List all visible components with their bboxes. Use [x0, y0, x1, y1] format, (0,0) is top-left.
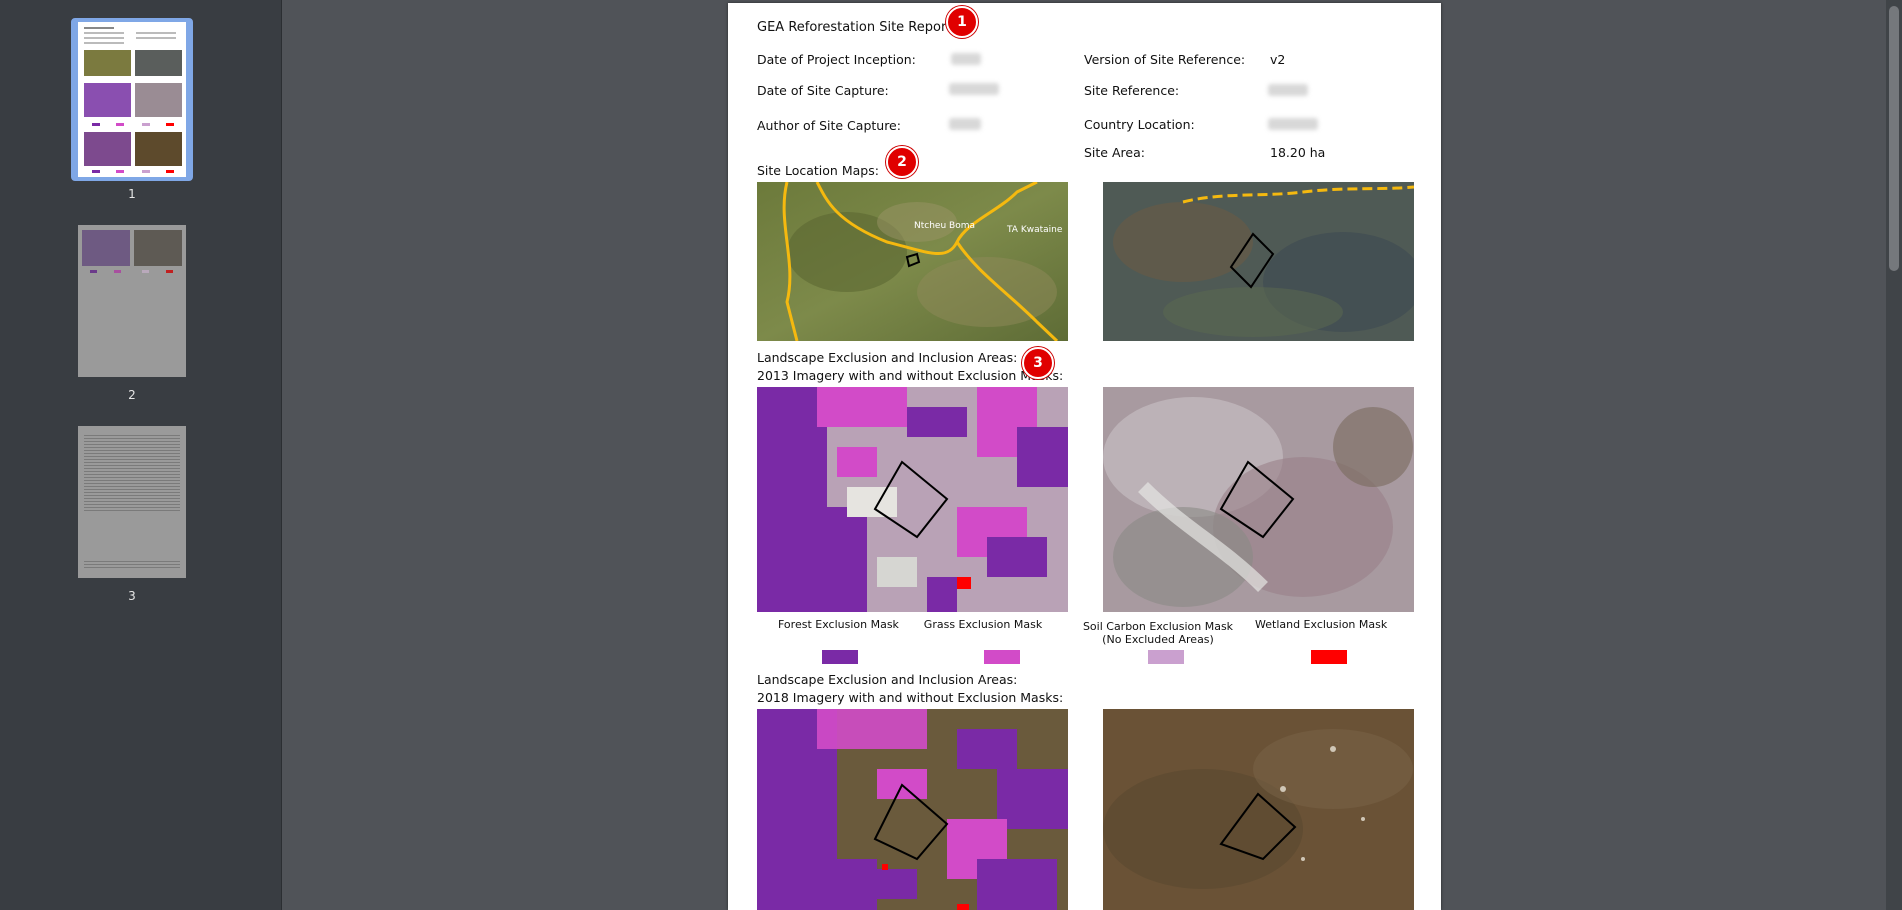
- field-label-capture-date: Date of Site Capture:: [757, 83, 889, 98]
- legend-swatch-soil-carbon: [1148, 650, 1184, 664]
- section-2013-subheading: 2013 Imagery with and without Exclusion …: [757, 368, 1064, 383]
- section-2018-subheading: 2018 Imagery with and without Exclusion …: [757, 690, 1064, 705]
- redacted-value: [949, 83, 999, 95]
- field-label-inception: Date of Project Inception:: [757, 52, 916, 67]
- legend-label-soil-carbon-note: (No Excluded Areas): [1102, 633, 1214, 646]
- page-number-2: 2: [128, 388, 136, 402]
- location-heading: Site Location Maps:: [757, 163, 879, 178]
- field-label-author: Author of Site Capture:: [757, 118, 901, 133]
- imagery-2018-without-mask: [1103, 709, 1414, 910]
- page-number-1: 1: [128, 187, 136, 201]
- document-page: GEA Reforestation Site Report 1 Date of …: [728, 3, 1441, 910]
- marker-badge-1: 1: [946, 6, 978, 38]
- marker-badge-3: 3: [1022, 347, 1054, 379]
- legend-label-forest: Forest Exclusion Mask: [778, 618, 899, 631]
- legend-swatch-forest: [822, 650, 858, 664]
- legend-swatch-grass: [984, 650, 1020, 664]
- scrollbar-thumb[interactable]: [1889, 6, 1899, 271]
- page-thumbnail-1[interactable]: [78, 22, 186, 177]
- thumbnail-sidebar: 1 2 3: [0, 0, 282, 910]
- redacted-value: [1268, 84, 1308, 96]
- field-label-site-area: Site Area:: [1084, 145, 1145, 160]
- imagery-2013-without-mask: [1103, 387, 1414, 612]
- page-thumbnail-2[interactable]: [78, 225, 186, 377]
- section-2013-heading: Landscape Exclusion and Inclusion Areas:: [757, 350, 1018, 365]
- vertical-scrollbar[interactable]: [1886, 0, 1902, 910]
- report-title: GEA Reforestation Site Report: [757, 20, 952, 35]
- redacted-value: [1268, 118, 1318, 130]
- redacted-value: [951, 53, 981, 65]
- field-label-version: Version of Site Reference:: [1084, 52, 1246, 67]
- site-location-map: Ntcheu Boma TA Kwataine: [757, 182, 1068, 341]
- field-label-site-reference: Site Reference:: [1084, 83, 1180, 98]
- site-satellite-map: [1103, 182, 1414, 341]
- imagery-2013-with-mask: [757, 387, 1068, 612]
- imagery-2018-with-mask: [757, 709, 1068, 910]
- legend-label-wetland: Wetland Exclusion Mask: [1255, 618, 1388, 631]
- map-label-ntcheu-boma: Ntcheu Boma: [914, 221, 975, 231]
- field-label-country: Country Location:: [1084, 117, 1195, 132]
- legend-swatch-wetland: [1311, 650, 1347, 664]
- section-2018-heading: Landscape Exclusion and Inclusion Areas:: [757, 672, 1018, 687]
- map-label-ta-kwataine: TA Kwataine: [1006, 225, 1063, 235]
- page-thumbnail-3[interactable]: [78, 426, 186, 578]
- legend-label-soil-carbon: Soil Carbon Exclusion Mask: [1082, 620, 1234, 633]
- legend-label-grass: Grass Exclusion Mask: [923, 618, 1043, 631]
- marker-badge-2: 2: [886, 146, 918, 178]
- field-value-site-area: 18.20 ha: [1270, 145, 1326, 160]
- page-number-3: 3: [128, 589, 136, 603]
- field-value-version: v2: [1270, 52, 1286, 67]
- redacted-value: [949, 118, 981, 130]
